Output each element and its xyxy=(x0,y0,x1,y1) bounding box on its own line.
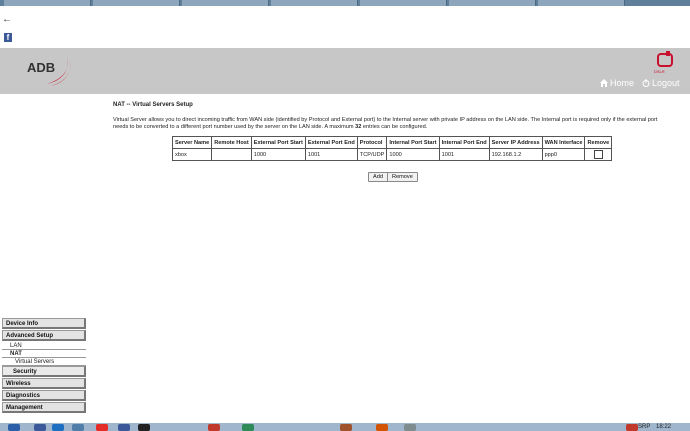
cell-external-port-end: 1001 xyxy=(304,148,358,161)
col-server-ip: Server IP Address xyxy=(488,136,543,149)
sidebar-item-wireless[interactable]: Wireless xyxy=(2,378,86,389)
logo-text: ADB xyxy=(27,60,56,75)
cell-protocol: TCP/UDP xyxy=(356,148,388,161)
sidebar-item-security[interactable]: Security xyxy=(2,366,86,377)
browser-tab[interactable] xyxy=(360,0,447,6)
taskbar-app-icon[interactable] xyxy=(404,424,416,431)
cell-remove xyxy=(584,148,613,161)
description-text-2: entries can be configured. xyxy=(361,124,428,130)
sidebar-item-management[interactable]: Management xyxy=(2,402,86,413)
home-label: Home xyxy=(610,78,635,88)
browser-tab[interactable] xyxy=(271,0,358,6)
sidebar-item-diagnostics[interactable]: Diagnostics xyxy=(2,390,86,401)
virtual-servers-table: Server Name Remote Host External Port St… xyxy=(171,136,613,161)
add-button[interactable]: Add xyxy=(368,172,388,182)
cell-internal-port-end: 1001 xyxy=(438,148,490,161)
taskbar-app-icon[interactable] xyxy=(118,424,130,431)
col-external-port-start: External Port Start xyxy=(250,136,306,149)
language-indicator[interactable]: SRP xyxy=(638,423,650,431)
home-icon xyxy=(600,79,608,87)
logout-label: Logout xyxy=(652,78,680,88)
remove-button[interactable]: Remove xyxy=(387,172,418,182)
cell-server-name: xbox xyxy=(171,148,213,161)
back-arrow-icon[interactable]: ← xyxy=(2,14,12,25)
home-link[interactable]: Home xyxy=(600,78,634,88)
col-server-name: Server Name xyxy=(171,136,213,149)
col-remove: Remove xyxy=(584,136,613,149)
taskbar-app-icon[interactable] xyxy=(52,424,64,431)
sidebar-item-virtual-servers[interactable]: Virtual Servers xyxy=(2,358,86,366)
page-description: Virtual Server allows you to direct inco… xyxy=(113,117,665,131)
sidebar-item-device-info[interactable]: Device Info xyxy=(2,318,86,329)
sidebar-item-lan[interactable]: LAN xyxy=(2,342,86,350)
table-row: xbox 1000 1001 TCP/UDP 1000 1001 192.168… xyxy=(171,148,613,161)
os-taskbar: SRP 18:22 xyxy=(0,423,690,431)
start-icon[interactable] xyxy=(8,424,20,431)
clock: 18:22 xyxy=(656,424,672,430)
col-wan-interface: WAN Interface xyxy=(541,136,586,149)
col-external-port-end: External Port End xyxy=(304,136,358,149)
browser-tab[interactable] xyxy=(4,0,91,6)
taskbar-app-icon[interactable] xyxy=(340,424,352,431)
taskbar-app-icon[interactable] xyxy=(34,424,46,431)
brand-icon xyxy=(657,51,673,67)
col-internal-port-start: Internal Port Start xyxy=(386,136,440,149)
taskbar-app-icon[interactable] xyxy=(376,424,388,431)
left-navigation: Device Info Advanced Setup LAN NAT Virtu… xyxy=(2,318,86,414)
browser-tab[interactable] xyxy=(538,0,625,6)
adb-logo: ADB xyxy=(27,53,73,88)
col-protocol: Protocol xyxy=(356,136,388,149)
router-header: ADB DSLR Home Logout xyxy=(0,48,690,94)
taskbar-app-icon[interactable] xyxy=(208,424,220,431)
remove-checkbox[interactable] xyxy=(593,150,603,159)
sidebar-item-advanced-setup[interactable]: Advanced Setup xyxy=(2,330,86,341)
brand-text: DSLR xyxy=(654,69,665,74)
col-remote-host: Remote Host xyxy=(211,136,252,149)
cell-internal-port-start: 1000 xyxy=(386,148,440,161)
tray-icon[interactable] xyxy=(626,424,638,431)
logout-icon xyxy=(642,79,650,87)
cell-remote-host xyxy=(211,148,252,161)
sidebar-item-nat[interactable]: NAT xyxy=(2,350,86,358)
logout-link[interactable]: Logout xyxy=(642,78,680,88)
cell-external-port-start: 1000 xyxy=(250,148,306,161)
browser-tab-strip xyxy=(0,0,690,6)
youtube-icon[interactable] xyxy=(96,424,108,431)
cell-server-ip: 192.168.1.2 xyxy=(488,148,543,161)
browser-tab[interactable] xyxy=(182,0,269,6)
main-content: NAT -- Virtual Servers Setup Virtual Ser… xyxy=(113,100,673,131)
cell-wan-interface: ppp0 xyxy=(541,148,586,161)
facebook-icon[interactable]: f xyxy=(4,33,12,42)
page-title: NAT -- Virtual Servers Setup xyxy=(113,102,193,108)
browser-tab[interactable] xyxy=(449,0,536,6)
taskbar-app-icon[interactable] xyxy=(72,424,84,431)
browser-tab[interactable] xyxy=(93,0,180,6)
col-internal-port-end: Internal Port End xyxy=(438,136,490,149)
taskbar-app-icon[interactable] xyxy=(242,424,254,431)
table-header-row: Server Name Remote Host External Port St… xyxy=(171,136,613,149)
taskbar-app-icon[interactable] xyxy=(138,424,150,431)
